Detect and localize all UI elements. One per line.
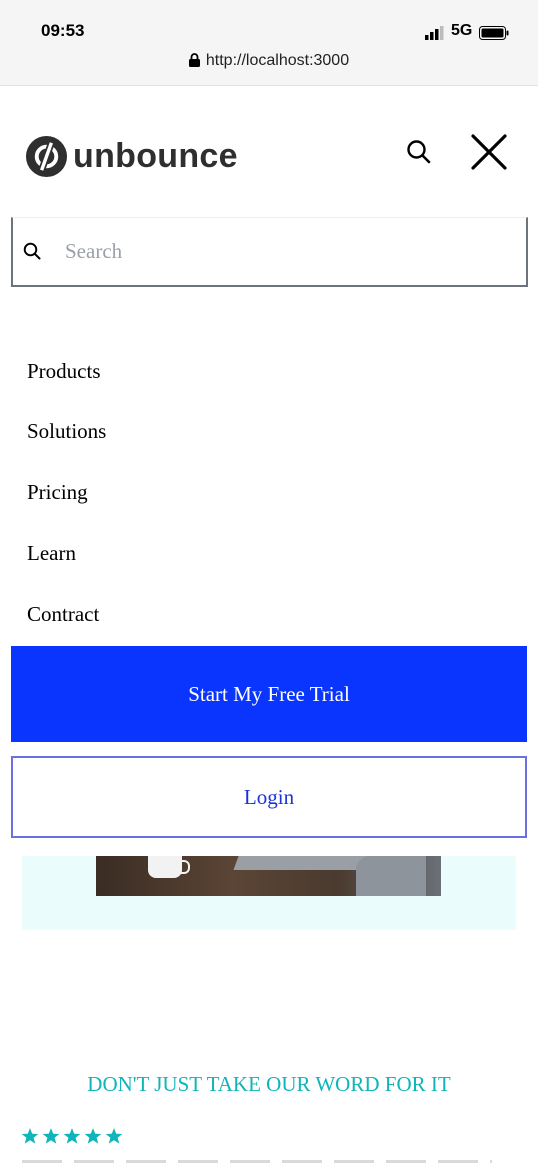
search-icon[interactable] [406, 139, 431, 164]
unbounce-logo[interactable]: unbounce [25, 134, 238, 178]
status-time: 09:53 [41, 21, 85, 40]
menu-item-products[interactable]: Products [27, 359, 101, 384]
address-url: http://localhost:3000 [205, 52, 350, 69]
search-input[interactable] [63, 230, 507, 272]
star-icon [105, 1128, 123, 1144]
star-icon [84, 1128, 102, 1144]
address-bar[interactable]: http://localhost:3000 [0, 52, 538, 70]
start-free-trial-button[interactable]: Start My Free Trial [11, 646, 527, 742]
coffee-cup-handle-shape [180, 860, 190, 874]
close-icon[interactable] [470, 133, 508, 171]
signal-icon [425, 26, 444, 40]
testimonials-heading: DON'T JUST TAKE OUR WORD FOR IT [87, 1072, 451, 1096]
coffee-cup-shape [148, 856, 182, 878]
menu-item-learn[interactable]: Learn [27, 541, 76, 566]
star-icon [63, 1128, 81, 1144]
logo-text: unbounce [73, 136, 238, 175]
testimonial-text-cutoff [22, 1160, 492, 1163]
star-rating [21, 1127, 123, 1145]
network-type: 5G [451, 22, 473, 39]
menu-item-pricing[interactable]: Pricing [27, 480, 88, 505]
battery-icon [479, 26, 509, 40]
search-field[interactable] [11, 217, 528, 287]
lock-icon [188, 53, 200, 67]
unbounce-logo-icon [25, 135, 68, 177]
status-bar: 09:53 5G http://localhost:3000 [0, 0, 538, 86]
login-button[interactable]: Login [11, 756, 527, 838]
star-icon [21, 1128, 39, 1144]
menu-item-contract[interactable]: Contract [27, 602, 99, 627]
sleeve-shape [356, 856, 426, 896]
star-icon [42, 1128, 60, 1144]
hero-photo [96, 856, 441, 896]
search-field-icon [23, 242, 41, 260]
menu-item-solutions[interactable]: Solutions [27, 419, 106, 444]
